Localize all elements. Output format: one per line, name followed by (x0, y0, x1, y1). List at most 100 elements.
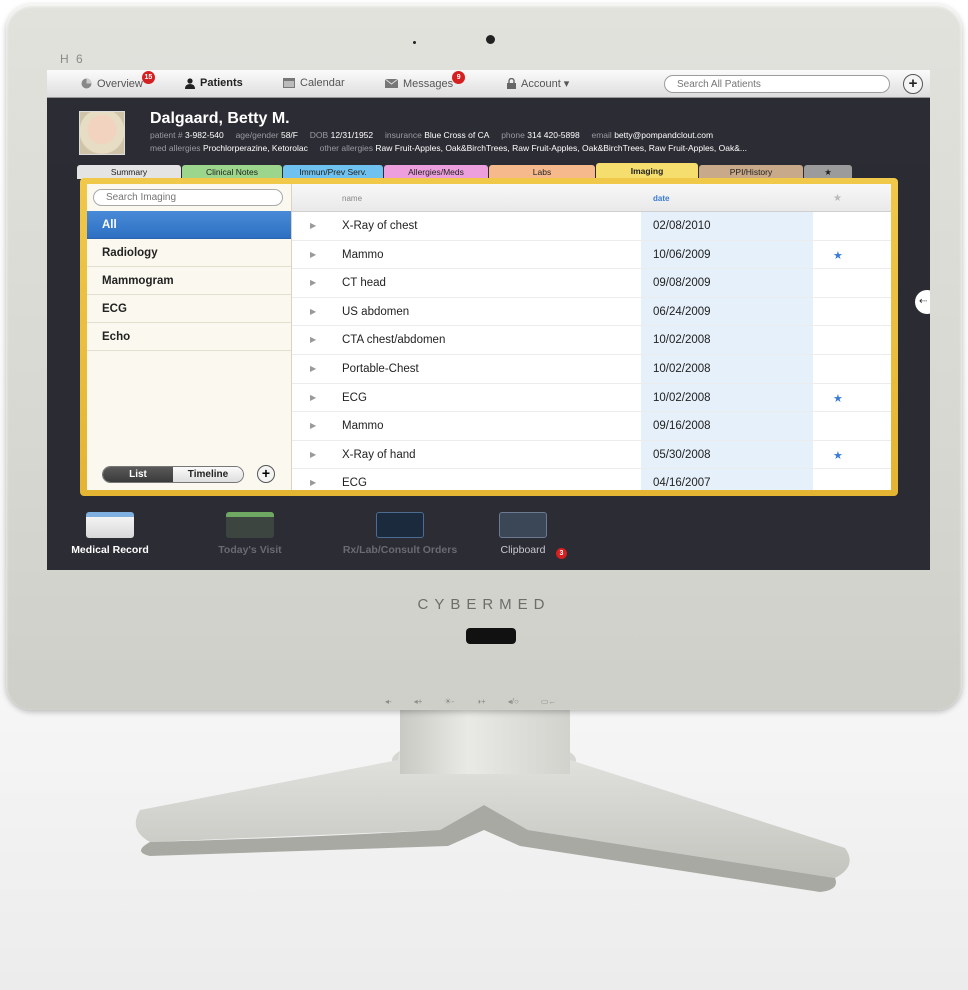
mute-button[interactable]: ◂/○ (508, 697, 519, 706)
nav-overview-label: Overview (97, 77, 143, 90)
tab-summary[interactable]: Summary (77, 165, 181, 179)
brightness-down-button[interactable]: ☀- (444, 697, 454, 706)
tab-ppi-history[interactable]: PPI/History (699, 165, 803, 179)
insurance-value: Blue Cross of CA (424, 130, 490, 140)
table-row[interactable]: ▶ US abdomen 06/24/2009 (292, 298, 891, 327)
messages-badge: 9 (452, 71, 466, 84)
expand-icon[interactable]: ▶ (310, 478, 316, 487)
table-row[interactable]: ▶ X-Ray of chest 02/08/2010 (292, 212, 891, 241)
table-row[interactable]: ▶ Portable-Chest 10/02/2008 (292, 355, 891, 384)
table-row[interactable]: ▶ ECG 04/16/2007 (292, 469, 891, 490)
nav-calendar[interactable]: Calendar (283, 77, 345, 89)
bottom-dock: Medical Record Today's Visit Rx/Lab/Cons… (47, 500, 930, 570)
table-row[interactable]: ▶ CTA chest/abdomen 10/02/2008 (292, 326, 891, 355)
patient-search-input[interactable] (664, 75, 890, 93)
add-imaging-button[interactable]: + (257, 465, 275, 483)
collapse-panel-handle[interactable]: ⇠ (915, 290, 930, 314)
tab-imaging[interactable]: Imaging (596, 163, 698, 179)
phone-label: phone (501, 130, 525, 140)
brand-logo: CYBERMED (417, 596, 551, 613)
patient-header: Dalgaard, Betty M. patient # 3-982-540 a… (47, 99, 930, 163)
row-name: CT head (342, 277, 386, 290)
camera-icon (486, 35, 495, 44)
star-icon[interactable]: ★ (833, 392, 843, 405)
table-row[interactable]: ▶ CT head 09/08/2009 (292, 269, 891, 298)
list-view-button[interactable]: List (103, 467, 173, 482)
column-header-name[interactable]: name (342, 194, 362, 203)
expand-icon[interactable]: ▶ (310, 307, 316, 316)
expand-icon[interactable]: ▶ (310, 393, 316, 402)
dock-medical-record[interactable]: Medical Record (65, 512, 155, 556)
nav-messages-label: Messages (403, 77, 454, 90)
top-navigation: Overview 15 Patients Calendar Messages 9… (47, 70, 930, 98)
row-name: X-Ray of chest (342, 220, 418, 232)
row-name: ECG (342, 477, 367, 490)
row-date: 09/08/2009 (653, 277, 711, 290)
row-name: X-Ray of hand (342, 448, 416, 461)
nav-patients-label: Patients (200, 77, 243, 89)
tab-clinical-notes[interactable]: Clinical Notes (182, 165, 282, 179)
calendar-icon (283, 78, 295, 88)
dock-todays-visit[interactable]: Today's Visit (205, 512, 295, 556)
medical-record-icon (86, 512, 134, 538)
nav-calendar-label: Calendar (300, 77, 345, 89)
dock-todays-visit-label: Today's Visit (218, 544, 282, 556)
row-date: 04/16/2007 (653, 477, 711, 490)
volume-up-button[interactable]: ◂+ (414, 697, 423, 706)
patient-name: Dalgaard, Betty M. (150, 110, 290, 127)
expand-icon[interactable]: ▶ (310, 450, 316, 459)
table-row[interactable]: ▶ ECG 10/02/2008 ★ (292, 384, 891, 413)
patient-avatar (79, 111, 125, 155)
input-button[interactable]: ▭← (541, 697, 557, 706)
table-row[interactable]: ▶ X-Ray of hand 05/30/2008 ★ (292, 441, 891, 470)
timeline-view-button[interactable]: Timeline (173, 467, 243, 482)
monitor-neck (400, 706, 570, 774)
add-patient-button[interactable]: + (903, 74, 923, 94)
column-header-date[interactable]: date (653, 194, 669, 203)
contrast-button[interactable]: ◑+ (476, 697, 486, 706)
orders-icon (376, 512, 424, 538)
dock-clipboard[interactable]: Clipboard (483, 512, 563, 556)
star-icon[interactable]: ★ (833, 449, 843, 462)
tab-starred[interactable]: ★ (804, 165, 852, 179)
tab-labs[interactable]: Labs (489, 165, 595, 179)
pie-chart-icon (81, 78, 92, 89)
volume-down-button[interactable]: ◂- (385, 697, 392, 706)
category-ecg[interactable]: ECG (87, 295, 291, 323)
row-date: 06/24/2009 (653, 305, 711, 318)
tab-immun-prev-serv[interactable]: Immun/Prev Serv. (283, 165, 383, 179)
row-date: 10/02/2008 (653, 391, 711, 404)
imaging-search-input[interactable] (93, 189, 283, 206)
tab-allergies-meds[interactable]: Allergies/Meds (384, 165, 488, 179)
row-name: CTA chest/abdomen (342, 334, 446, 347)
nav-account[interactable]: Account ▾ (507, 77, 569, 90)
table-row[interactable]: ▶ Mammo 09/16/2008 (292, 412, 891, 441)
other-allergies-value: Raw Fruit-Apples, Oak&BirchTrees, Raw Fr… (375, 143, 747, 153)
dock-clipboard-label: Clipboard (500, 544, 546, 556)
nav-overview[interactable]: Overview 15 (81, 71, 161, 90)
star-icon[interactable]: ★ (833, 249, 843, 262)
row-date: 10/02/2008 (653, 334, 711, 347)
expand-icon[interactable]: ▶ (310, 278, 316, 287)
nav-account-label: Account ▾ (521, 78, 570, 90)
expand-icon[interactable]: ▶ (310, 335, 316, 344)
category-radiology[interactable]: Radiology (87, 239, 291, 267)
view-toggle: List Timeline (102, 466, 244, 483)
category-all[interactable]: All (87, 211, 291, 239)
expand-icon[interactable]: ▶ (310, 221, 316, 230)
expand-icon[interactable]: ▶ (310, 364, 316, 373)
expand-icon[interactable]: ▶ (310, 250, 316, 259)
nav-messages[interactable]: Messages 9 (385, 71, 471, 90)
row-name: Mammo (342, 248, 384, 261)
table-row[interactable]: ▶ Mammo 10/06/2009 ★ (292, 241, 891, 270)
dock-medical-record-label: Medical Record (71, 544, 149, 556)
column-header-star[interactable]: ★ (833, 193, 842, 204)
row-name: ECG (342, 391, 367, 404)
category-mammogram[interactable]: Mammogram (87, 267, 291, 295)
expand-icon[interactable]: ▶ (310, 421, 316, 430)
med-allergies-label: med allergies (150, 143, 201, 153)
category-echo[interactable]: Echo (87, 323, 291, 351)
dock-orders[interactable]: Rx/Lab/Consult Orders (325, 512, 475, 556)
nav-patients[interactable]: Patients (185, 77, 243, 89)
imaging-panel-inner: All Radiology Mammogram ECG Echo List Ti… (87, 184, 891, 490)
